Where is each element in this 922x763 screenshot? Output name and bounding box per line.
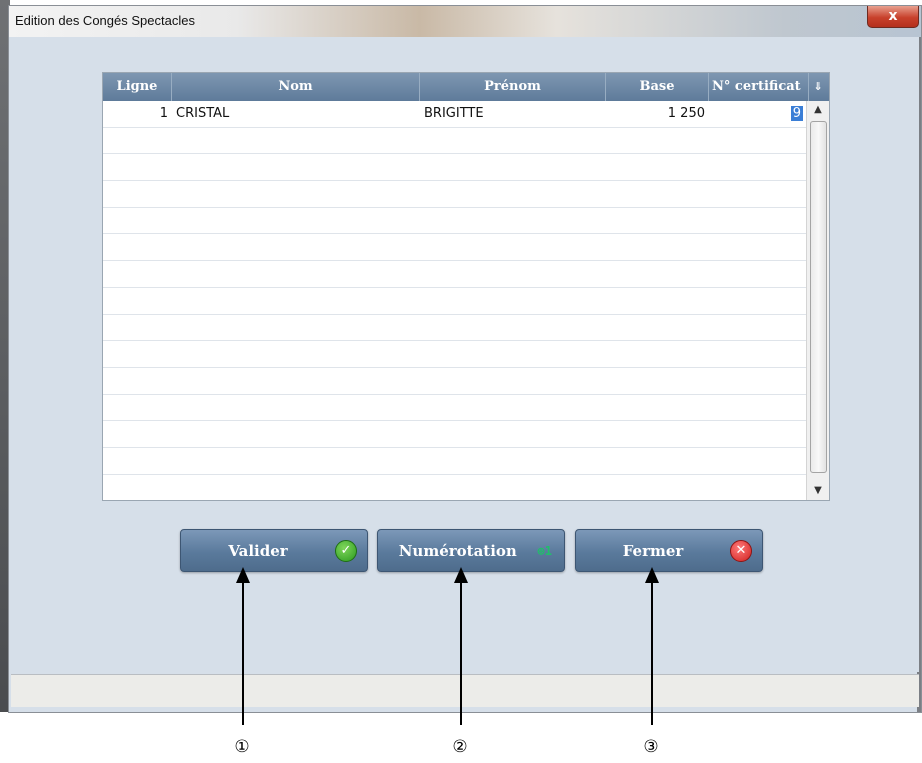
empty-row — [103, 208, 807, 235]
cell-ligne: 1 — [159, 106, 168, 121]
fermer-label: Fermer — [622, 541, 684, 560]
column-header-nom[interactable]: Nom — [172, 73, 420, 101]
cell-nom: CRISTAL — [176, 106, 230, 121]
empty-row — [103, 234, 807, 262]
empty-row — [103, 395, 807, 422]
annotation-arrow-2 — [460, 580, 462, 725]
empty-row — [103, 154, 807, 182]
scroll-down-icon[interactable]: ▼ — [807, 482, 829, 500]
grid-header: Ligne Nom Prénom Base N° certificat ⇓ — [103, 73, 829, 101]
column-header-prenom[interactable]: Prénom — [420, 73, 606, 101]
status-bar — [11, 674, 919, 707]
fermer-button[interactable]: Fermer ✕ — [575, 529, 763, 572]
window-close-button[interactable]: x — [867, 6, 919, 28]
empty-row — [103, 315, 807, 342]
empty-row — [103, 368, 807, 395]
column-header-base[interactable]: Base — [606, 73, 709, 101]
chevron-double-down-icon[interactable]: ⇓ — [809, 73, 827, 101]
scrollbar-thumb[interactable] — [810, 121, 827, 473]
empty-row — [103, 448, 807, 475]
numbering-icon: ⊕1 — [537, 543, 552, 558]
title-bar[interactable]: Edition des Congés Spectacles x — [9, 6, 921, 37]
cell-prenom: BRIGITTE — [424, 106, 484, 121]
column-header-ligne[interactable]: Ligne — [103, 73, 172, 101]
empty-row — [103, 128, 807, 155]
annotation-marker-2: ② — [452, 737, 468, 757]
annotation-marker-1: ① — [234, 737, 250, 757]
annotation-arrow-3 — [651, 580, 653, 725]
vertical-scrollbar[interactable]: ▲ ▼ — [806, 101, 829, 500]
certificat-input[interactable]: 9 — [790, 106, 803, 121]
annotation-marker-3: ③ — [643, 737, 659, 757]
check-icon: ✓ — [335, 539, 357, 562]
cell-certificat[interactable]: 9 — [709, 101, 807, 127]
valider-label: Valider — [228, 541, 288, 560]
empty-row — [103, 261, 807, 288]
empty-row — [103, 181, 807, 208]
close-circle-icon: ✕ — [730, 539, 752, 562]
empty-row — [103, 288, 807, 315]
window-title: Edition des Congés Spectacles — [15, 13, 195, 28]
numerotation-label: Numérotation — [398, 541, 517, 560]
empty-row — [103, 421, 807, 448]
employee-grid: Ligne Nom Prénom Base N° certificat ⇓ 1 … — [102, 72, 830, 501]
table-row[interactable]: 1 CRISTAL BRIGITTE 1 250 9 — [103, 101, 807, 128]
annotation-arrow-1 — [242, 580, 244, 725]
valider-button[interactable]: Valider ✓ — [180, 529, 368, 572]
column-header-certificat[interactable]: N° certificat — [709, 73, 809, 101]
scroll-up-icon[interactable]: ▲ — [807, 101, 829, 119]
cell-base: 1 250 — [667, 106, 705, 121]
numerotation-button[interactable]: Numérotation ⊕1 — [377, 529, 565, 572]
empty-row — [103, 341, 807, 368]
grid-rows: 1 CRISTAL BRIGITTE 1 250 9 — [103, 101, 807, 475]
